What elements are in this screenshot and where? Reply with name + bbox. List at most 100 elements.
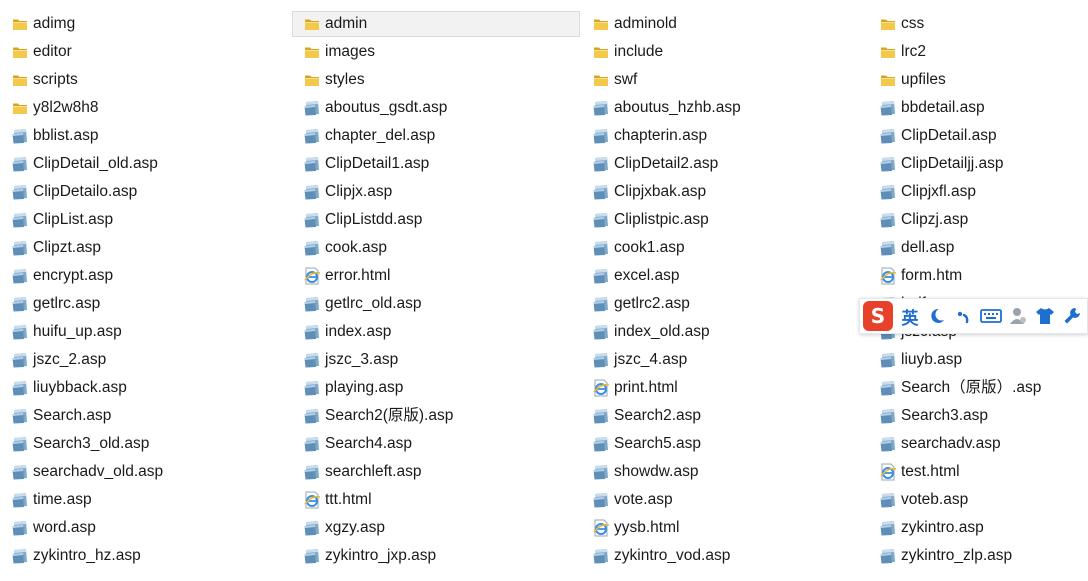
file-item[interactable]: Clipjxbak.asp [581,179,868,205]
file-item[interactable]: Search（原版）.asp [868,375,1088,401]
file-item[interactable]: Search.asp [0,403,292,429]
folder-item[interactable]: styles [292,67,581,93]
folder-item[interactable]: adimg [0,11,292,37]
file-item[interactable]: ClipDetail1.asp [292,151,581,177]
file-item[interactable]: Search4.asp [292,431,581,457]
folder-item[interactable]: editor [0,39,292,65]
file-item[interactable]: zykintro.asp [868,515,1088,541]
file-item[interactable]: ClipDetail2.asp [581,151,868,177]
file-item[interactable]: getlrc2.asp [581,291,868,317]
asp-file-icon [11,379,29,397]
file-item[interactable]: yysb.html [581,515,868,541]
file-item[interactable]: jszc_4.asp [581,347,868,373]
item-label: ClipDetail.asp [901,127,997,144]
folder-item[interactable]: admin [292,11,580,37]
file-item[interactable]: ClipListdd.asp [292,207,581,233]
file-item[interactable]: getlrc_old.asp [292,291,581,317]
asp-file-icon [303,211,321,229]
file-item[interactable]: jszc_3.asp [292,347,581,373]
asp-file-icon [592,99,610,117]
file-item[interactable]: showdw.asp [581,459,868,485]
file-item[interactable]: ClipDetail_old.asp [0,151,292,177]
file-item[interactable]: word.asp [0,515,292,541]
file-item[interactable]: index_old.asp [581,319,868,345]
asp-file-icon [592,407,610,425]
file-item[interactable]: index.asp [292,319,581,345]
file-item[interactable]: liuybback.asp [0,375,292,401]
file-item[interactable]: Clipjx.asp [292,179,581,205]
file-item[interactable]: searchleft.asp [292,459,581,485]
file-item[interactable]: getlrc.asp [0,291,292,317]
file-item[interactable]: test.html [868,459,1088,485]
file-item[interactable]: dell.asp [868,235,1088,261]
file-item[interactable]: print.html [581,375,868,401]
file-item[interactable]: Search5.asp [581,431,868,457]
folder-item[interactable]: css [868,11,1088,37]
asp-file-icon [879,351,897,369]
file-item[interactable]: ClipDetailo.asp [0,179,292,205]
file-item[interactable]: Clipzj.asp [868,207,1088,233]
file-item[interactable]: chapter_del.asp [292,123,581,149]
file-item[interactable]: liuyb.asp [868,347,1088,373]
file-item[interactable]: chapterin.asp [581,123,868,149]
item-label: dell.asp [901,239,955,256]
file-item[interactable]: ClipDetail.asp [868,123,1088,149]
file-item[interactable]: form.htm [868,263,1088,289]
file-item[interactable]: excel.asp [581,263,868,289]
file-item[interactable]: Search3_old.asp [0,431,292,457]
user-icon[interactable] [1004,301,1031,331]
file-item[interactable]: zykintro_zlp.asp [868,543,1088,569]
file-item[interactable]: ttt.html [292,487,581,513]
folder-item[interactable]: include [581,39,868,65]
file-item[interactable]: Search2(原版).asp [292,403,581,429]
file-item[interactable]: encrypt.asp [0,263,292,289]
file-item[interactable]: aboutus_gsdt.asp [292,95,581,121]
file-item[interactable]: Clipjxfl.asp [868,179,1088,205]
folder-item[interactable]: y8l2w8h8 [0,95,292,121]
folder-item[interactable]: lrc2 [868,39,1088,65]
moon-icon[interactable] [923,301,950,331]
file-item[interactable]: searchadv.asp [868,431,1088,457]
skin-shirt-icon[interactable] [1031,301,1058,331]
file-item[interactable]: error.html [292,263,581,289]
item-label: swf [614,71,638,88]
item-label: excel.asp [614,267,680,284]
folder-item[interactable]: images [292,39,581,65]
sogou-logo-icon[interactable]: S [863,301,893,331]
file-item[interactable]: playing.asp [292,375,581,401]
file-item[interactable]: time.asp [0,487,292,513]
item-label: images [325,43,375,60]
folder-item[interactable]: swf [581,67,868,93]
file-item[interactable]: Clipzt.asp [0,235,292,261]
file-item[interactable]: huifu_up.asp [0,319,292,345]
item-label: ClipDetailo.asp [33,183,138,200]
folder-item[interactable]: adminold [581,11,868,37]
asp-file-icon [879,519,897,537]
file-item[interactable]: jszc_2.asp [0,347,292,373]
punctuation-icon[interactable] [950,301,977,331]
file-item[interactable]: zykintro_vod.asp [581,543,868,569]
file-item[interactable]: bblist.asp [0,123,292,149]
file-item[interactable]: Cliplistpic.asp [581,207,868,233]
file-item[interactable]: zykintro_hz.asp [0,543,292,569]
keyboard-icon[interactable] [977,301,1004,331]
ime-language-toggle[interactable]: 英 [897,301,923,331]
folder-item[interactable]: scripts [0,67,292,93]
file-item[interactable]: ClipList.asp [0,207,292,233]
asp-file-icon [879,239,897,257]
folder-item[interactable]: upfiles [868,67,1088,93]
file-item[interactable]: cook1.asp [581,235,868,261]
file-item[interactable]: cook.asp [292,235,581,261]
file-item[interactable]: Search3.asp [868,403,1088,429]
wrench-icon[interactable] [1058,301,1085,331]
file-item[interactable]: xgzy.asp [292,515,581,541]
file-item[interactable]: bbdetail.asp [868,95,1088,121]
file-item[interactable]: voteb.asp [868,487,1088,513]
file-item[interactable]: searchadv_old.asp [0,459,292,485]
file-item[interactable]: ClipDetailjj.asp [868,151,1088,177]
file-item[interactable]: Search2.asp [581,403,868,429]
file-item[interactable]: vote.asp [581,487,868,513]
file-item[interactable]: zykintro_jxp.asp [292,543,581,569]
asp-file-icon [592,295,610,313]
file-item[interactable]: aboutus_hzhb.asp [581,95,868,121]
